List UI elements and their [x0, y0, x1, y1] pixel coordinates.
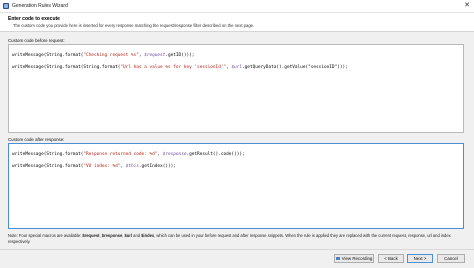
- back-button[interactable]: < Back: [378, 254, 404, 263]
- view-recording-button[interactable]: View Recording: [334, 254, 374, 263]
- wizard-header: Enter code to execute The custom code yo…: [0, 13, 474, 32]
- wizard-icon: [3, 3, 9, 9]
- before-request-label: Custom code before request:: [8, 38, 65, 43]
- recording-icon: [335, 257, 340, 261]
- code-line: writeMessage(String.format("Checking req…: [12, 53, 195, 58]
- close-icon[interactable]: ✕: [463, 2, 471, 10]
- after-response-code-editor[interactable]: writeMessage(String.format("Response ret…: [8, 143, 464, 229]
- macros-note: Note: Four special macros are available:…: [8, 233, 451, 244]
- code-line: writeMessage(String.format("Response ret…: [12, 152, 245, 157]
- footer-divider: [0, 249, 474, 250]
- window-title: Generation Rules Wizard: [12, 3, 68, 9]
- header-description: The custom code you provide here is inse…: [13, 23, 255, 28]
- code-line: writeMessage(String.format(String.format…: [12, 65, 348, 70]
- after-response-label: Custom code after response:: [8, 137, 65, 142]
- next-button[interactable]: Next >: [407, 254, 433, 263]
- header-title: Enter code to execute: [8, 16, 60, 22]
- before-request-code-editor[interactable]: writeMessage(String.format("Checking req…: [8, 44, 464, 133]
- code-line: writeMessage(String.format("VU index: %d…: [12, 164, 176, 169]
- cancel-button[interactable]: Cancel: [437, 254, 465, 263]
- title-bar: Generation Rules Wizard ✕: [0, 0, 474, 13]
